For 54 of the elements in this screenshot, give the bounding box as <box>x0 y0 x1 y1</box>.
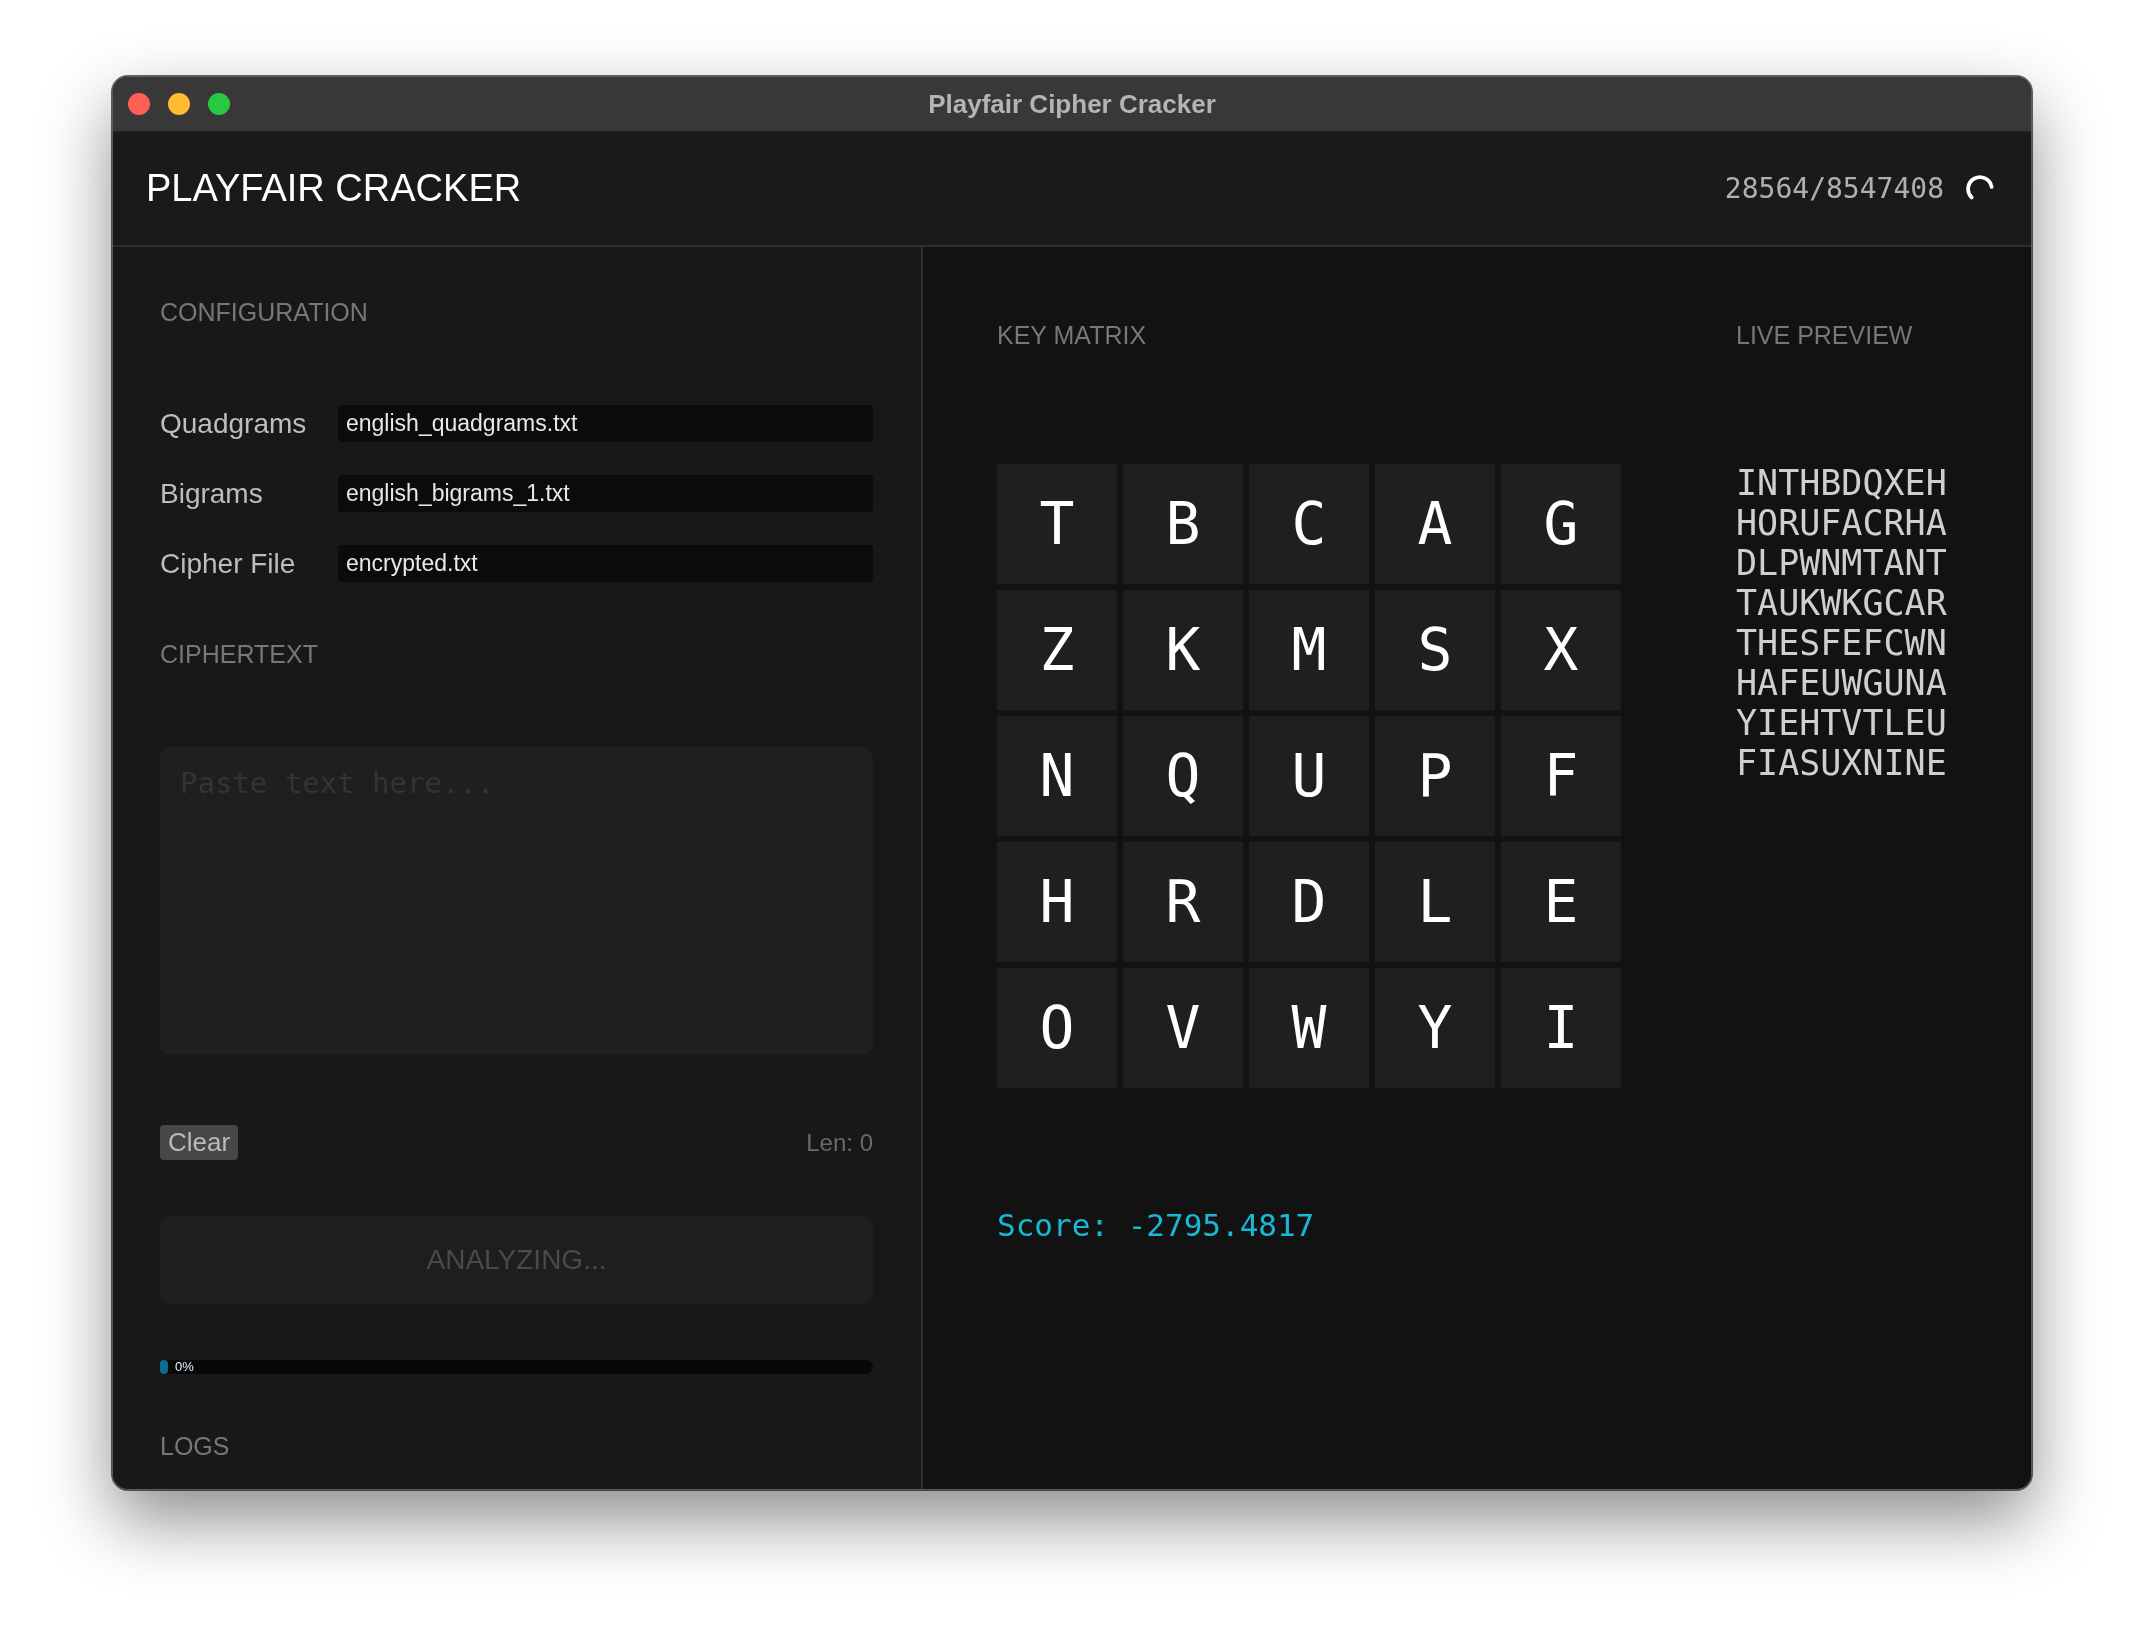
matrix-cell: Y <box>1375 968 1495 1088</box>
input-field[interactable]: english_quadgrams.txt <box>338 405 873 442</box>
section-title: LIVE PREVIEW <box>1736 320 1914 350</box>
matrix-cell: N <box>997 716 1117 836</box>
progress-label: 0% <box>175 1360 194 1374</box>
preview-line: TAUKWKGCAR <box>1736 583 1947 623</box>
matrix-cell: A <box>1375 464 1495 584</box>
matrix-cell: T <box>997 464 1117 584</box>
input-field[interactable]: encrypted.txt <box>338 545 873 582</box>
preview-line: DLPWNMTANT <box>1736 543 1947 583</box>
close-button[interactable] <box>128 93 150 115</box>
matrix-cell: H <box>997 842 1117 962</box>
input-field[interactable]: english_bigrams_1.txt <box>338 475 873 512</box>
matrix-cell: F <box>1501 716 1621 836</box>
matrix-cell: W <box>1249 968 1369 1088</box>
matrix-cell: Z <box>997 590 1117 710</box>
length-label: Len: 0 <box>806 1128 873 1157</box>
score-text: Score: -2795.4817 <box>997 1206 1316 1245</box>
matrix-cell: L <box>1375 842 1495 962</box>
app-title: PLAYFAIR CRACKER <box>146 167 522 210</box>
preview-line: HORUFACRHA <box>1736 503 1947 543</box>
section-title: CIPHERTEXT <box>160 639 319 669</box>
matrix-cell: R <box>1123 842 1243 962</box>
field-label: Quadgrams <box>160 407 308 440</box>
section-title: CONFIGURATION <box>160 297 369 327</box>
window-title: Playfair Cipher Cracker <box>928 88 1216 120</box>
section-title: LOGS <box>160 1431 231 1461</box>
preview-line: FIASUXNINE <box>1736 743 1947 783</box>
matrix-cell: S <box>1375 590 1495 710</box>
matrix-cell: Q <box>1123 716 1243 836</box>
matrix-cell: U <box>1249 716 1369 836</box>
matrix-cell: G <box>1501 464 1621 584</box>
clear-button[interactable]: Clear <box>160 1125 239 1160</box>
matrix-cell: P <box>1375 716 1495 836</box>
matrix-cell: K <box>1123 590 1243 710</box>
matrix-cell: X <box>1501 590 1621 710</box>
field-label: Bigrams <box>160 477 264 510</box>
matrix-cell: B <box>1123 464 1243 584</box>
minimize-button[interactable] <box>168 93 190 115</box>
preview-line: INTHBDQXEH <box>1736 463 1947 503</box>
preview-line: THESFEFCWN <box>1736 623 1947 663</box>
field-label: Cipher File <box>160 547 297 580</box>
matrix-cell: V <box>1123 968 1243 1088</box>
matrix-cell: D <box>1249 842 1369 962</box>
maximize-button[interactable] <box>208 93 230 115</box>
matrix-cell: E <box>1501 842 1621 962</box>
matrix-cell: C <box>1249 464 1369 584</box>
preview-line: YIEHTVTLEU <box>1736 703 1947 743</box>
progress-counter: 28564/8547408 <box>1724 172 1944 205</box>
matrix-cell: O <box>997 968 1117 1088</box>
preview-line: HAFEUWGUNA <box>1736 663 1947 703</box>
matrix-cell: I <box>1501 968 1621 1088</box>
matrix-cell: M <box>1249 590 1369 710</box>
section-title: KEY MATRIX <box>997 320 1148 350</box>
